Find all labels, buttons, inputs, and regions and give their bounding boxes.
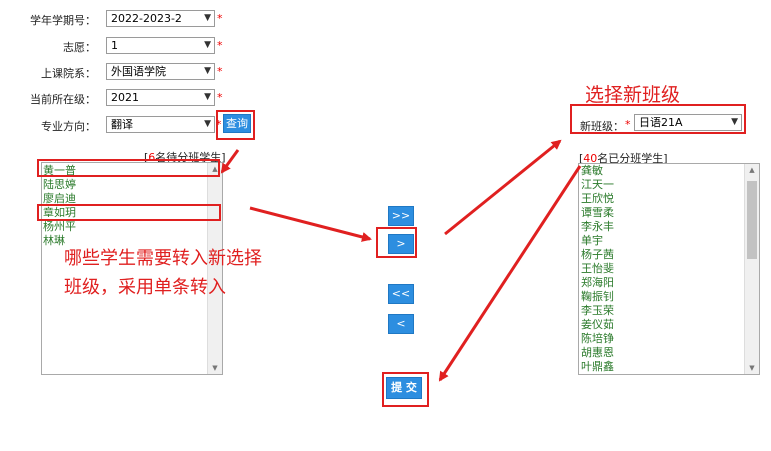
annotation-arrows bbox=[220, 139, 582, 382]
arrow-newclass-to-submit bbox=[438, 165, 582, 382]
arrow-student-to-move bbox=[249, 206, 372, 242]
arrow-move-to-newclass bbox=[444, 139, 562, 236]
arrow-query-to-list bbox=[220, 149, 240, 174]
